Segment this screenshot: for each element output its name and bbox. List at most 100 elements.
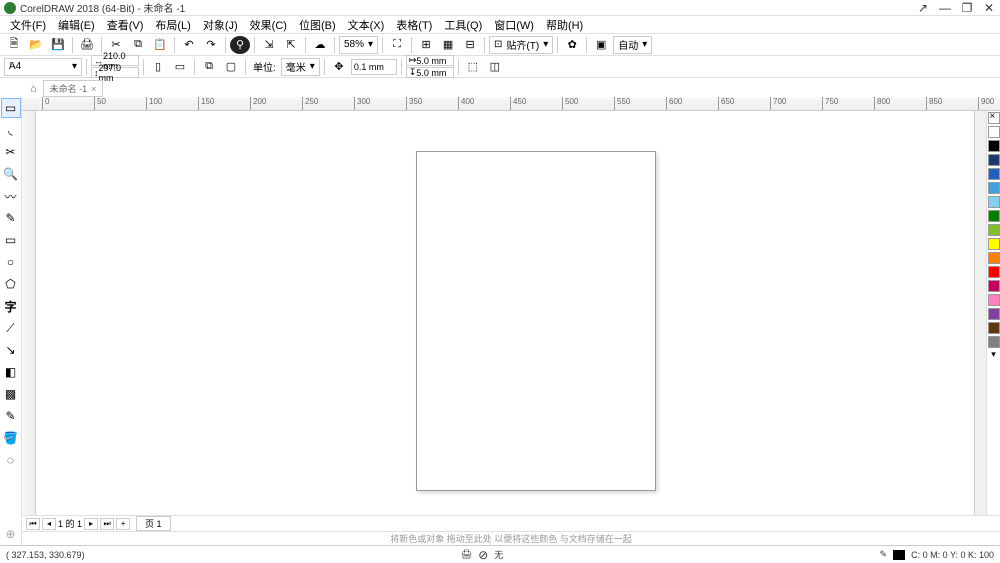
last-page-button[interactable]: ⏭ bbox=[100, 518, 114, 530]
menu-帮助h[interactable]: 帮助(H) bbox=[540, 17, 589, 33]
redo-button[interactable]: ↷ bbox=[201, 36, 221, 54]
ruler-toggle[interactable]: ⊞ bbox=[416, 36, 436, 54]
landscape-button[interactable]: ▭ bbox=[170, 58, 190, 76]
save-button[interactable]: 💾 bbox=[48, 36, 68, 54]
edit-across-layers-button[interactable]: ◫ bbox=[485, 58, 505, 76]
outline-tool[interactable]: ◌ bbox=[1, 450, 21, 470]
prev-page-button[interactable]: ◂ bbox=[42, 518, 56, 530]
dup-y-input[interactable]: ↧ 5.0 mm bbox=[406, 67, 454, 78]
menu-位图b[interactable]: 位图(B) bbox=[293, 17, 342, 33]
launch-icon[interactable]: ↗ bbox=[916, 1, 930, 15]
outline-pen-icon[interactable]: ✎ bbox=[880, 549, 888, 560]
color-swatch[interactable] bbox=[988, 182, 1000, 194]
paste-button[interactable]: 📋 bbox=[150, 36, 170, 54]
eyedropper-tool[interactable]: ✎ bbox=[1, 406, 21, 426]
fullscreen-button[interactable]: ⛶ bbox=[387, 36, 407, 54]
export-button[interactable]: ⇱ bbox=[281, 36, 301, 54]
palette-scroll-down-icon[interactable]: ▾ bbox=[987, 349, 1000, 360]
dup-x-input[interactable]: ↦ 5.0 mm bbox=[406, 55, 454, 66]
parallel-dim-tool[interactable]: ⟋ bbox=[1, 318, 21, 338]
menu-文本x[interactable]: 文本(X) bbox=[342, 17, 391, 33]
polygon-tool[interactable]: ⬠ bbox=[1, 274, 21, 294]
treat-as-filled-button[interactable]: ⬚ bbox=[463, 58, 483, 76]
color-swatch[interactable] bbox=[988, 266, 1000, 278]
color-swatch[interactable] bbox=[988, 280, 1000, 292]
artistic-media-tool[interactable]: ✎ bbox=[1, 208, 21, 228]
add-page-button[interactable]: + bbox=[116, 518, 130, 530]
color-swatch[interactable] bbox=[988, 294, 1000, 306]
menu-对象j[interactable]: 对象(J) bbox=[197, 17, 244, 33]
open-button[interactable]: 📂 bbox=[26, 36, 46, 54]
zoom-tool[interactable]: 🔍 bbox=[1, 164, 21, 184]
freehand-tool[interactable]: 〰 bbox=[1, 186, 21, 206]
launch-combo[interactable]: 自动▾ bbox=[613, 36, 652, 54]
transparency-tool[interactable]: ▩ bbox=[1, 384, 21, 404]
all-pages-icon[interactable]: ⧉ bbox=[199, 58, 219, 76]
color-swatch[interactable] bbox=[988, 210, 1000, 222]
color-swatch[interactable] bbox=[988, 252, 1000, 264]
nudge-input[interactable]: 0.1 mm bbox=[351, 59, 397, 75]
quick-customize-icon[interactable]: ⊕ bbox=[1, 524, 21, 544]
crop-tool[interactable]: ✂ bbox=[1, 142, 21, 162]
document-tab-close-icon[interactable]: × bbox=[91, 84, 96, 94]
drop-shadow-tool[interactable]: ◧ bbox=[1, 362, 21, 382]
new-button[interactable]: 🗎 bbox=[4, 36, 24, 54]
shape-tool[interactable]: ◟ bbox=[1, 120, 21, 140]
color-swatch[interactable] bbox=[988, 140, 1000, 152]
snap-combo[interactable]: ⊡贴齐(T)▾ bbox=[489, 36, 553, 54]
menu-表格t[interactable]: 表格(T) bbox=[390, 17, 438, 33]
menu-窗口w[interactable]: 窗口(W) bbox=[488, 17, 540, 33]
search-button[interactable]: ⚲ bbox=[230, 36, 250, 54]
pick-tool[interactable]: ▭ bbox=[1, 98, 21, 118]
text-tool[interactable]: 字 bbox=[1, 296, 21, 316]
color-swatch[interactable] bbox=[988, 308, 1000, 320]
next-page-button[interactable]: ▸ bbox=[84, 518, 98, 530]
vertical-scrollbar[interactable] bbox=[974, 111, 986, 515]
undo-button[interactable]: ↶ bbox=[179, 36, 199, 54]
maximize-button[interactable]: ❐ bbox=[960, 1, 974, 15]
horizontal-ruler[interactable]: 0501001502002503003504004505005506006507… bbox=[22, 97, 1000, 111]
no-color-swatch[interactable]: × bbox=[988, 112, 1000, 124]
unit-combo[interactable]: 毫米▾ bbox=[281, 58, 320, 76]
page-canvas[interactable] bbox=[416, 151, 656, 491]
outline-color-swatch[interactable] bbox=[893, 550, 905, 560]
publish-button[interactable]: ☁ bbox=[310, 36, 330, 54]
drawing-area[interactable] bbox=[36, 111, 974, 515]
current-page-icon[interactable]: ▢ bbox=[221, 58, 241, 76]
menu-效果c[interactable]: 效果(C) bbox=[244, 17, 293, 33]
menu-查看v[interactable]: 查看(V) bbox=[101, 17, 150, 33]
color-swatch[interactable] bbox=[988, 336, 1000, 348]
guides-toggle[interactable]: ⊟ bbox=[460, 36, 480, 54]
import-button[interactable]: ⇲ bbox=[259, 36, 279, 54]
color-swatch[interactable] bbox=[988, 224, 1000, 236]
launch-button[interactable]: ▣ bbox=[591, 36, 611, 54]
home-icon[interactable]: ⌂ bbox=[30, 83, 37, 95]
color-swatch[interactable] bbox=[988, 154, 1000, 166]
menu-编辑e[interactable]: 编辑(E) bbox=[52, 17, 101, 33]
color-swatch[interactable] bbox=[988, 322, 1000, 334]
portrait-button[interactable]: ▯ bbox=[148, 58, 168, 76]
page-tab[interactable]: 页 1 bbox=[136, 516, 171, 531]
menu-工具q[interactable]: 工具(Q) bbox=[438, 17, 488, 33]
rectangle-tool[interactable]: ▭ bbox=[1, 230, 21, 250]
grid-toggle[interactable]: ▦ bbox=[438, 36, 458, 54]
options-button[interactable]: ✿ bbox=[562, 36, 582, 54]
print-button[interactable]: 🖨 bbox=[77, 36, 97, 54]
color-proof-icon[interactable]: 🖨 bbox=[461, 549, 472, 560]
close-button[interactable]: ✕ bbox=[982, 1, 996, 15]
zoom-combo[interactable]: 58%▾ bbox=[339, 36, 378, 54]
menu-布局l[interactable]: 布局(L) bbox=[149, 17, 196, 33]
minimize-button[interactable]: — bbox=[938, 1, 952, 15]
color-swatch[interactable] bbox=[988, 126, 1000, 138]
vertical-ruler[interactable] bbox=[22, 111, 36, 515]
ellipse-tool[interactable]: ○ bbox=[1, 252, 21, 272]
page-height-input[interactable]: ↕ 297.0 mm bbox=[91, 67, 139, 78]
menu-文件f[interactable]: 文件(F) bbox=[4, 17, 52, 33]
fill-tool[interactable]: 🪣 bbox=[1, 428, 21, 448]
fill-none-icon[interactable]: ⊘ bbox=[478, 548, 488, 562]
color-swatch[interactable] bbox=[988, 238, 1000, 250]
document-tab[interactable]: 未命名 -1 × bbox=[43, 80, 104, 97]
color-swatch[interactable] bbox=[988, 196, 1000, 208]
toolbox-flyout-icon[interactable]: ▸ bbox=[4, 58, 20, 69]
first-page-button[interactable]: ⏮ bbox=[26, 518, 40, 530]
